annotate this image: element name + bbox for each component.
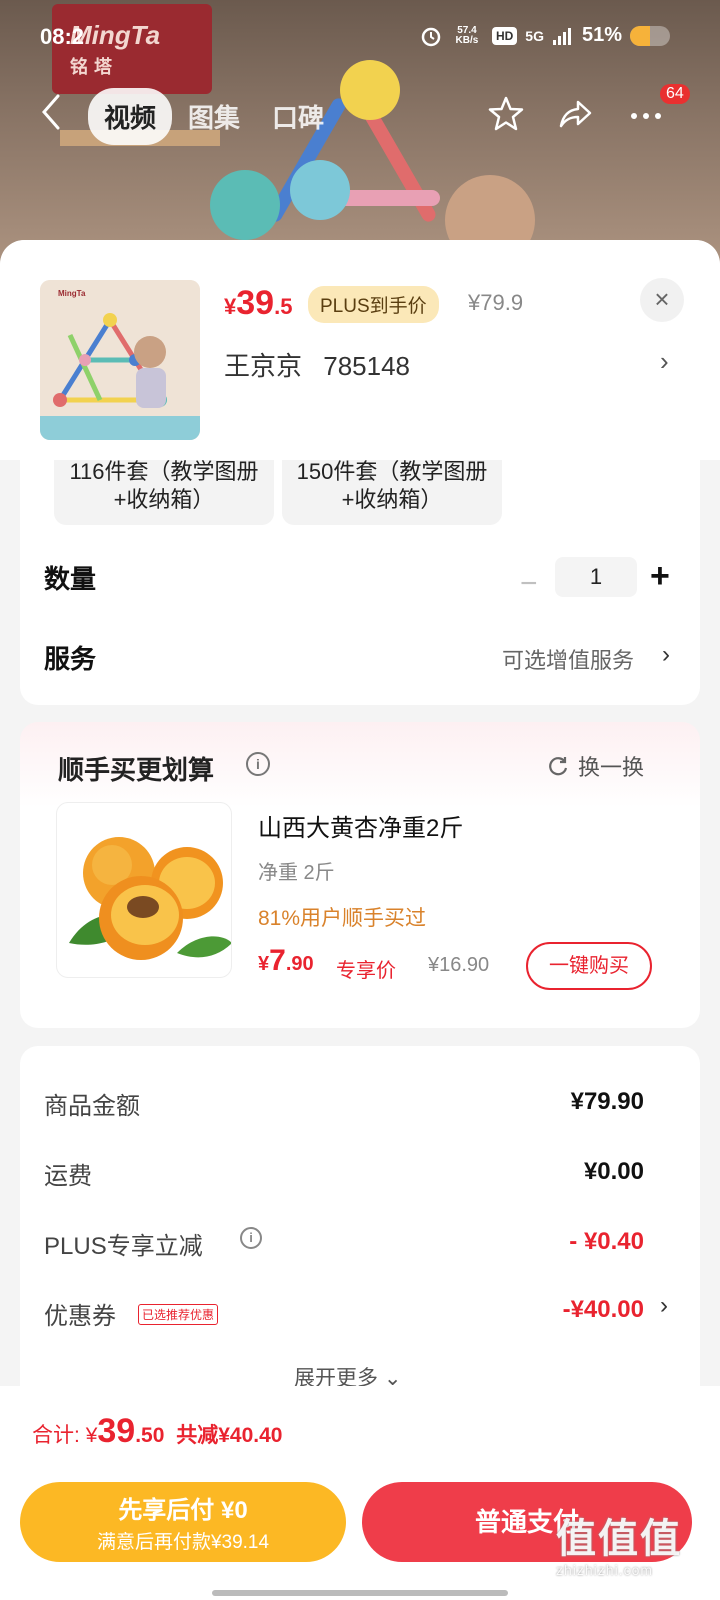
net-speed: 57.4 KB/s [455,24,479,46]
quantity-decrement-button[interactable]: − [520,567,538,601]
notification-badge: 64 [660,84,690,104]
summary-label-coupon: 优惠券 [44,1303,116,1330]
pay-later-button[interactable]: 先享后付 ¥0 满意后再付款¥39.14 [20,1482,346,1562]
status-time: 08:2 [40,24,85,49]
refresh-icon [549,757,568,776]
swap-label: 换一换 [578,755,645,780]
info-icon[interactable]: i [240,1227,262,1249]
brand-cn: 铭塔 [70,57,118,77]
price-decimal: .90 [285,953,314,975]
addon-card: 顺手买更划算 i 换一换 山西大黄杏净重2斤 净重 2斤 81%用户顺手买过 ¥… [20,722,700,1028]
plus-price-tag: PLUS到手价 [308,286,439,323]
info-icon[interactable]: i [246,752,270,776]
quantity-increment-button[interactable]: + [650,557,670,596]
summary-label-plus-discount: PLUS专享立减 [44,1233,203,1260]
coupon-recommended-tag: 已选推荐优惠 [138,1304,219,1325]
total-currency: ¥ [85,1424,98,1447]
total-decimal: .50 [135,1424,165,1447]
watermark: 值值值 zhizhizhi.com [556,1506,682,1578]
total-label: 合计: [32,1424,80,1447]
signal-icon [552,27,571,45]
addon-price-tag: 专享价 [336,960,396,982]
home-indicator[interactable] [212,1590,508,1596]
price-decimal: .5 [274,294,293,319]
summary-value-coupon[interactable]: -¥40.00 [563,1296,644,1324]
battery-percent: 51% [581,24,622,46]
quantity-input[interactable]: 1 [555,557,637,597]
total-saved: 共减¥40.40 [176,1424,283,1447]
addon-product-name[interactable]: 山西大黄杏净重2斤 [258,808,463,843]
summary-label-subtotal: 商品金额 [44,1093,140,1120]
chevron-right-icon[interactable]: › [660,1292,668,1320]
tab-video[interactable]: 视频 [88,88,173,145]
store-id: 785148 [323,351,411,381]
price-currency: ¥ [258,953,270,975]
back-icon[interactable] [38,92,64,132]
addon-product-image[interactable] [56,802,232,978]
status-bar: 08:2 57.4 KB/s HD 5G 51% [0,20,720,56]
summary-value-shipping: ¥0.00 [583,1158,644,1185]
spec-option[interactable]: 150件套（教学图册+收纳箱） [282,455,502,525]
star-icon[interactable] [486,94,526,134]
addon-price: ¥7.90 [258,944,314,978]
price-summary-card: 商品金额 ¥79.90 运费 ¥0.00 PLUS专享立减 i - ¥0.40 … [20,1046,700,1426]
more-icon[interactable] [626,94,666,134]
addon-original-price: ¥16.90 [428,954,490,976]
product-thumbnail[interactable]: MingTa [40,280,200,440]
order-total: 合计: ¥39.50 共减¥40.40 [32,1412,282,1451]
watermark-url: zhizhizhi.com [556,1562,654,1578]
plus-price: ¥39.5 [224,284,292,323]
summary-value-subtotal: ¥79.90 [570,1088,644,1115]
addon-purchase-stat: 81%用户顺手买过 [258,907,427,930]
addon-title: 顺手买更划算 [58,755,215,785]
spec-card: 116件套（教学图册+收纳箱） 150件套（教学图册+收纳箱） 数量 − 1 +… [20,455,700,705]
apricot-image [69,837,231,960]
spec-option[interactable]: 116件套（教学图册+收纳箱） [54,455,274,525]
signal-5g: 5G [525,27,544,44]
price-integer: 39 [236,284,275,322]
chevron-right-icon[interactable]: › [662,641,670,669]
share-icon[interactable] [556,94,596,134]
pay-later-title: 先享后付 ¥0 [118,1497,248,1524]
original-price: ¥79.9 [468,290,524,315]
tab-gallery[interactable]: 图集 [172,88,256,145]
store-name: 王京京 [224,351,303,381]
chevron-right-icon[interactable]: › [660,346,669,377]
tab-reviews[interactable]: 口碑 [256,88,340,145]
store-info[interactable]: 王京京 785148 [224,346,410,383]
one-click-buy-button[interactable]: 一键购买 [526,942,652,990]
watermark-cn: 值值值 [556,1517,682,1561]
status-icons: 57.4 KB/s HD 5G 51% [420,24,670,47]
addon-product-spec: 净重 2斤 [258,862,335,884]
summary-value-plus-discount: - ¥0.40 [569,1228,644,1255]
svg-text:MingTa: MingTa [58,289,86,298]
product-thumbnail-image: MingTa [40,280,200,440]
quantity-label: 数量 [44,564,97,594]
toy-ball [210,170,280,240]
swap-button[interactable]: 换一换 [546,750,644,782]
price-currency: ¥ [224,294,237,319]
service-value[interactable]: 可选增值服务 [502,643,634,675]
pay-later-subtitle: 满意后再付款¥39.14 [96,1532,270,1553]
top-nav: 视频 图集 口碑 64 [0,84,720,145]
battery-icon [630,25,670,46]
total-integer: 39 [97,1412,136,1450]
service-label: 服务 [44,644,97,674]
media-tabs: 视频 图集 口碑 [88,88,340,145]
alarm-icon [421,27,441,46]
toy-ball [290,160,350,220]
price-integer: 7 [269,944,286,977]
summary-label-shipping: 运费 [44,1163,92,1190]
hd-icon: HD [491,26,518,45]
close-button[interactable]: × [640,278,684,322]
sheet-header: MingTa ¥39.5 PLUS到手价 ¥79.9 × 王京京 785148 … [0,240,720,460]
